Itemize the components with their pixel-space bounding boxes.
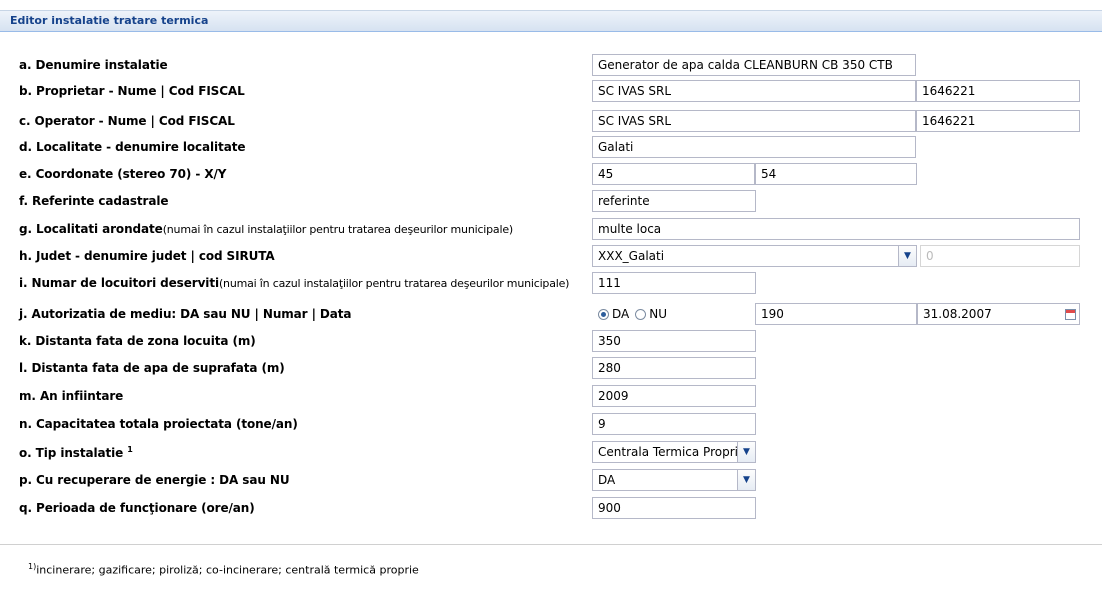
- chevron-down-icon[interactable]: ▼: [898, 246, 916, 266]
- an-infiintare-input[interactable]: 2009: [592, 385, 756, 407]
- label-denumire: a. Denumire instalatie: [19, 58, 168, 72]
- coordonate-y-input[interactable]: 54: [755, 163, 917, 185]
- label-localitati-arondate: g. Localitati arondate(numai în cazul in…: [19, 222, 513, 236]
- capacitate-input[interactable]: 9: [592, 413, 756, 435]
- row-an-infiintare: m. An infiintare 2009: [0, 385, 1102, 409]
- label-an-infiintare: m. An infiintare: [19, 389, 124, 403]
- chevron-down-icon[interactable]: ▼: [737, 470, 755, 490]
- denumire-input[interactable]: Generator de apa calda CLEANBURN CB 350 …: [592, 54, 916, 76]
- label-localitate: d. Localitate - denumire localitate: [19, 140, 246, 154]
- radio-nu-label[interactable]: NU: [649, 307, 667, 321]
- label-tip-instalatie-text: o. Tip instalatie: [19, 446, 124, 460]
- footnote-marker: 1): [28, 562, 37, 571]
- label-localitati-arondate-text: g. Localitati arondate: [19, 222, 163, 236]
- row-perioada: q. Perioada de funcţionare (ore/an) 900: [0, 497, 1102, 521]
- locuitori-input[interactable]: 111: [592, 272, 756, 294]
- label-distanta-apa: l. Distanta fata de apa de suprafata (m): [19, 361, 285, 375]
- label-tip-instalatie: o. Tip instalatie 1: [19, 445, 133, 460]
- chevron-down-icon[interactable]: ▼: [737, 442, 755, 462]
- autorizatia-numar-input[interactable]: 190: [755, 303, 917, 325]
- autorizatia-radio-group: DA NU: [598, 307, 673, 321]
- row-referinte: f. Referinte cadastrale referinte: [0, 190, 1102, 214]
- label-recuperare-energie: p. Cu recuperare de energie : DA sau NU: [19, 473, 290, 487]
- judet-combobox-value: XXX_Galati: [598, 249, 665, 263]
- label-perioada: q. Perioada de funcţionare (ore/an): [19, 501, 255, 515]
- divider: [0, 544, 1102, 545]
- recuperare-energie-combobox[interactable]: DA ▼: [592, 469, 756, 491]
- row-locuitori: i. Numar de locuitori deserviti(numai în…: [0, 272, 1102, 296]
- proprietar-cod-fiscal-input[interactable]: 1646221: [916, 80, 1080, 102]
- row-denumire: a. Denumire instalatie Generator de apa …: [0, 54, 1102, 78]
- autorizatia-data-field[interactable]: 31.08.2007: [917, 303, 1080, 325]
- recuperare-energie-value: DA: [598, 473, 616, 487]
- operator-name-input[interactable]: SC IVAS SRL: [592, 110, 916, 132]
- row-proprietar: b. Proprietar - Nume | Cod FISCAL SC IVA…: [0, 80, 1102, 104]
- row-distanta-zona: k. Distanta fata de zona locuita (m) 350: [0, 330, 1102, 354]
- row-judet: h. Judet - denumire judet | cod SIRUTA X…: [0, 245, 1102, 269]
- row-localitati-arondate: g. Localitati arondate(numai în cazul in…: [0, 218, 1102, 242]
- radio-da[interactable]: [598, 308, 609, 320]
- row-recuperare-energie: p. Cu recuperare de energie : DA sau NU …: [0, 469, 1102, 493]
- label-judet: h. Judet - denumire judet | cod SIRUTA: [19, 249, 275, 263]
- panel-title: Editor instalatie tratare termica: [0, 10, 1102, 32]
- label-tip-instalatie-sup: 1: [127, 445, 133, 454]
- autorizatia-data-value: 31.08.2007: [923, 307, 992, 321]
- distanta-apa-input[interactable]: 280: [592, 357, 756, 379]
- row-operator: c. Operator - Nume | Cod FISCAL SC IVAS …: [0, 110, 1102, 134]
- calendar-icon[interactable]: [1062, 305, 1078, 323]
- localitate-input[interactable]: Galati: [592, 136, 916, 158]
- coordonate-x-input[interactable]: 45: [592, 163, 755, 185]
- label-localitati-arondate-note: (numai în cazul instalaţiilor pentru tra…: [162, 223, 514, 236]
- label-locuitori-text: i. Numar de locuitori deserviti: [19, 276, 219, 290]
- operator-cod-fiscal-input[interactable]: 1646221: [916, 110, 1080, 132]
- label-locuitori: i. Numar de locuitori deserviti(numai în…: [19, 276, 569, 290]
- siruta-input: 0: [920, 245, 1080, 267]
- label-capacitate: n. Capacitatea totala proiectata (tone/a…: [19, 417, 298, 431]
- row-capacitate: n. Capacitatea totala proiectata (tone/a…: [0, 413, 1102, 437]
- referinte-input[interactable]: referinte: [592, 190, 756, 212]
- row-localitate: d. Localitate - denumire localitate Gala…: [0, 136, 1102, 160]
- tip-instalatie-value: Centrala Termica Proprie: [598, 445, 746, 459]
- label-distanta-zona: k. Distanta fata de zona locuita (m): [19, 334, 256, 348]
- radio-da-label[interactable]: DA: [612, 307, 629, 321]
- footnote: 1)incinerare; gazificare; piroliză; co-i…: [28, 562, 419, 577]
- label-proprietar: b. Proprietar - Nume | Cod FISCAL: [19, 84, 245, 98]
- label-locuitori-note: (numai în cazul instalaţiilor pentru tra…: [218, 277, 570, 290]
- label-coordonate: e. Coordonate (stereo 70) - X/Y: [19, 167, 227, 181]
- localitati-arondate-input[interactable]: multe loca: [592, 218, 1080, 240]
- perioada-input[interactable]: 900: [592, 497, 756, 519]
- distanta-zona-input[interactable]: 350: [592, 330, 756, 352]
- label-autorizatia: j. Autorizatia de mediu: DA sau NU | Num…: [19, 307, 352, 321]
- row-distanta-apa: l. Distanta fata de apa de suprafata (m)…: [0, 357, 1102, 381]
- proprietar-name-input[interactable]: SC IVAS SRL: [592, 80, 916, 102]
- label-referinte: f. Referinte cadastrale: [19, 194, 169, 208]
- footnote-text: incinerare; gazificare; piroliză; co-inc…: [36, 563, 419, 577]
- tip-instalatie-combobox[interactable]: Centrala Termica Proprie ▼: [592, 441, 756, 463]
- row-tip-instalatie: o. Tip instalatie 1 Centrala Termica Pro…: [0, 441, 1102, 465]
- row-coordonate: e. Coordonate (stereo 70) - X/Y 45 54: [0, 163, 1102, 187]
- radio-nu[interactable]: [635, 308, 647, 320]
- label-operator: c. Operator - Nume | Cod FISCAL: [19, 114, 235, 128]
- judet-combobox[interactable]: XXX_Galati ▼: [592, 245, 917, 267]
- row-autorizatia: j. Autorizatia de mediu: DA sau NU | Num…: [0, 303, 1102, 327]
